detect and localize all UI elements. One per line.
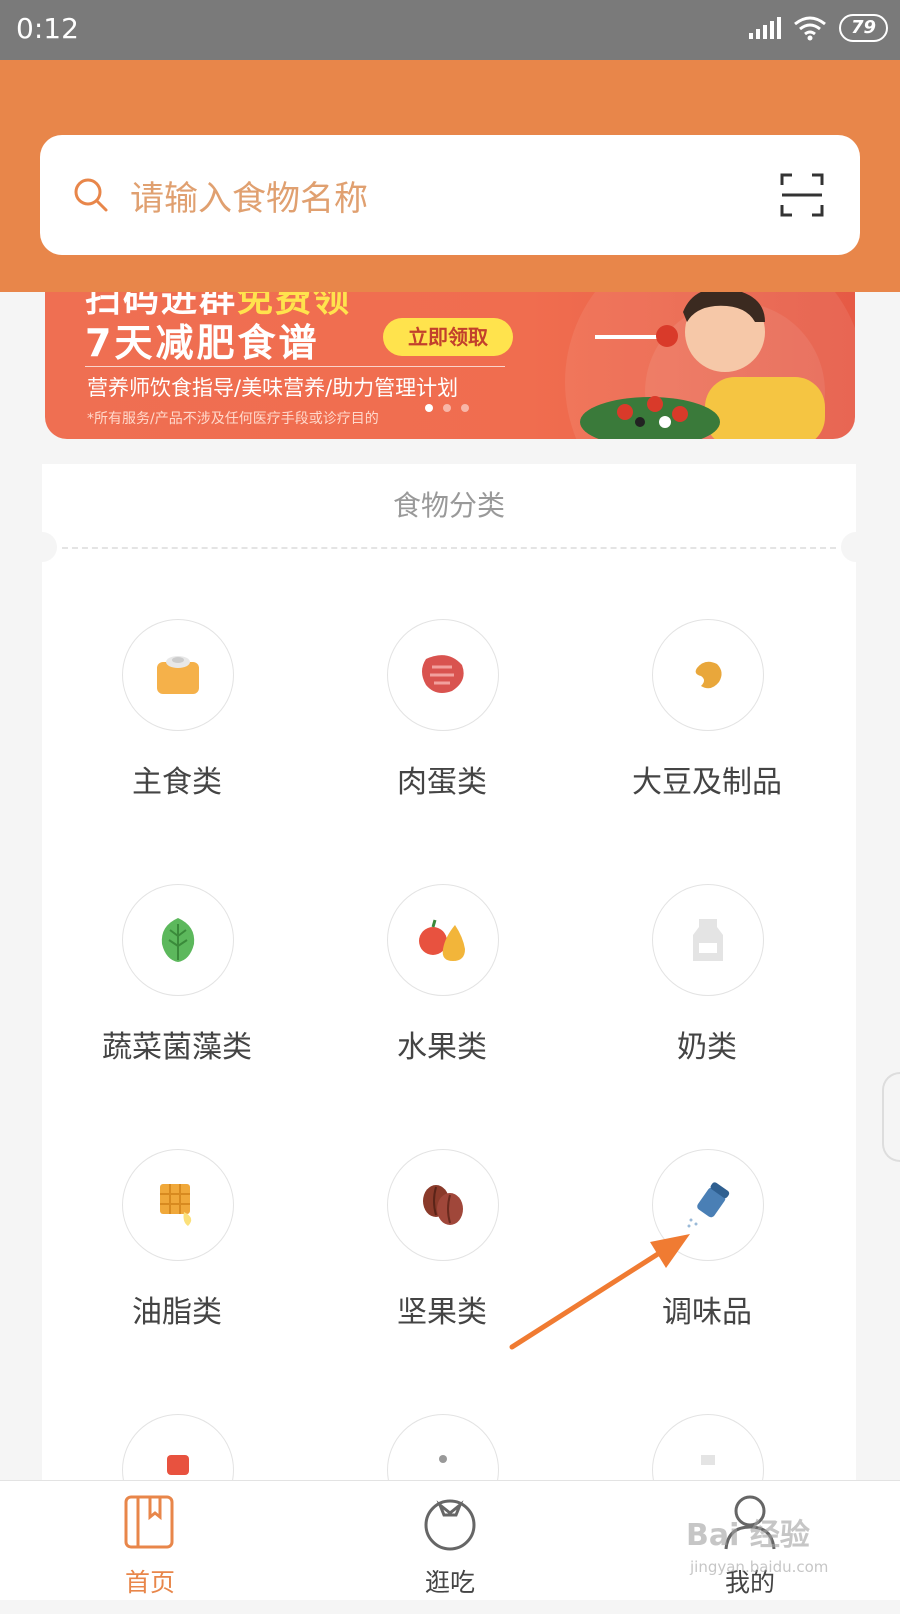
- tab-label: 首页: [124, 1568, 175, 1597]
- home-book-icon: [124, 1495, 174, 1549]
- baidu-watermark: Bai 经验: [686, 1518, 810, 1553]
- annotation-arrow-icon: [509, 1234, 690, 1350]
- tab-explore[interactable]: 逛吃: [300, 1481, 600, 1601]
- tomato-icon: [424, 1499, 476, 1551]
- side-drawer-handle[interactable]: [882, 1072, 900, 1162]
- tab-label: 逛吃: [424, 1568, 475, 1597]
- tab-home[interactable]: 首页: [0, 1481, 300, 1601]
- baidu-watermark-url: jingyan.baidu.com: [690, 1558, 829, 1576]
